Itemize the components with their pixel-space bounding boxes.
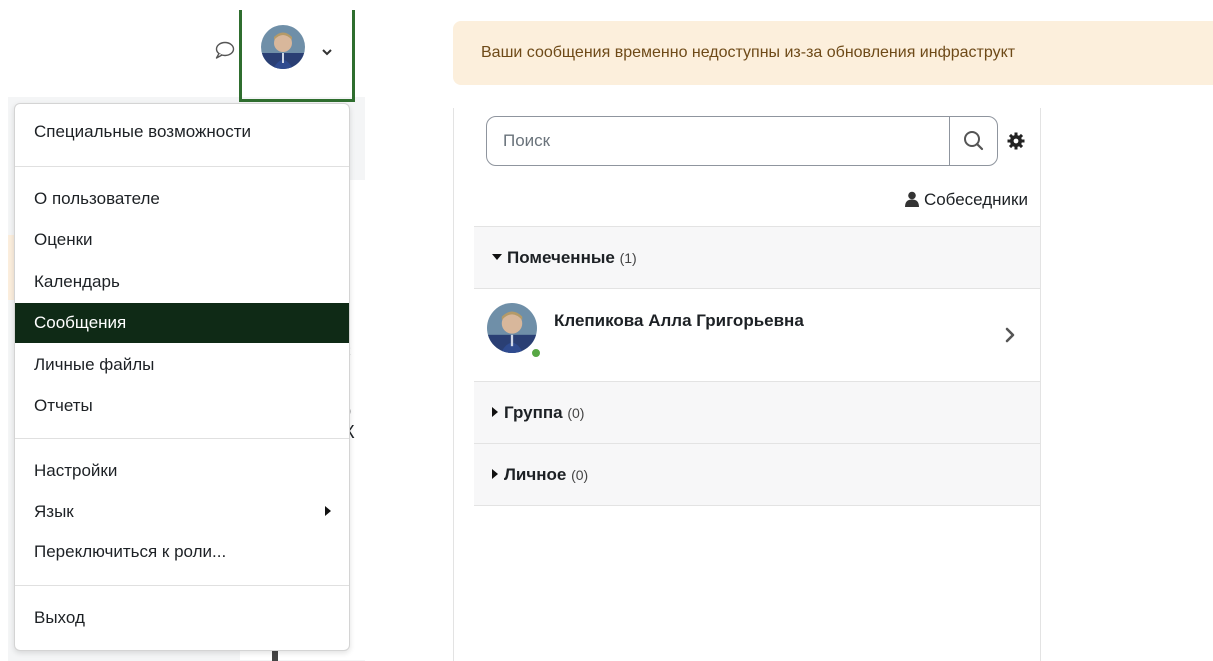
menu-item-messages[interactable]: Сообщения bbox=[15, 303, 349, 343]
section-count: (1) bbox=[619, 250, 637, 266]
section-title: Группа bbox=[504, 403, 563, 422]
section-title: Личное bbox=[504, 465, 567, 484]
menu-item-calendar[interactable]: Календарь bbox=[15, 262, 349, 302]
menu-divider bbox=[15, 166, 349, 167]
menu-item-preferences[interactable]: Настройки bbox=[15, 451, 349, 491]
chevron-right-icon bbox=[1005, 327, 1015, 343]
caret-down-icon bbox=[492, 254, 502, 260]
gear-icon[interactable] bbox=[1006, 131, 1026, 151]
menu-item-language-label: Язык bbox=[34, 502, 74, 521]
search-icon bbox=[964, 131, 984, 151]
user-dropdown-menu: Специальные возможности О пользователе О… bbox=[14, 103, 350, 651]
online-status-indicator bbox=[530, 347, 542, 359]
section-private[interactable]: Личное (0) bbox=[474, 443, 1040, 505]
caret-right-icon bbox=[325, 506, 331, 516]
conversation-item[interactable]: Клепикова Алла Григорьевна bbox=[474, 288, 1040, 381]
menu-divider bbox=[15, 585, 349, 586]
section-group[interactable]: Группа (0) bbox=[474, 381, 1040, 443]
menu-item-language[interactable]: Язык bbox=[15, 492, 349, 532]
menu-item-grades[interactable]: Оценки bbox=[15, 220, 349, 260]
caret-right-icon bbox=[492, 469, 498, 479]
chevron-down-icon bbox=[322, 49, 332, 56]
avatar-image bbox=[261, 25, 305, 69]
user-icon bbox=[904, 191, 919, 207]
section-private-header[interactable]: Личное (0) bbox=[474, 444, 1040, 505]
section-starred-header[interactable]: Помеченные (1) bbox=[474, 227, 1040, 288]
caret-right-icon bbox=[492, 407, 498, 417]
messaging-header: Собеседники bbox=[454, 108, 1040, 226]
notification-banner: Ваши сообщения временно недоступны из-за… bbox=[453, 21, 1213, 85]
user-menu-toggle[interactable] bbox=[239, 10, 355, 102]
contacts-label: Собеседники bbox=[923, 190, 1028, 209]
menu-divider bbox=[15, 438, 349, 439]
avatar-image bbox=[487, 303, 537, 353]
section-starred[interactable]: Помеченные (1) bbox=[474, 226, 1040, 288]
section-count: (0) bbox=[567, 405, 585, 421]
menu-item-reports[interactable]: Отчеты bbox=[15, 386, 349, 426]
menu-item-logout[interactable]: Выход bbox=[15, 598, 349, 638]
chat-bubble-icon[interactable] bbox=[213, 40, 235, 60]
section-divider bbox=[474, 505, 1040, 506]
section-count: (0) bbox=[571, 467, 589, 483]
menu-item-profile[interactable]: О пользователе bbox=[15, 179, 349, 219]
contacts-link[interactable]: Собеседники bbox=[904, 190, 1028, 210]
menu-item-switch-role[interactable]: Переключиться к роли... bbox=[15, 532, 349, 572]
messaging-drawer: Собеседники Помеченные (1) Клепикова Алл… bbox=[453, 108, 1041, 661]
search-box bbox=[486, 116, 998, 166]
contact-avatar bbox=[487, 303, 537, 353]
search-input[interactable] bbox=[487, 117, 949, 165]
search-button[interactable] bbox=[949, 117, 997, 165]
menu-item-accessibility[interactable]: Специальные возможности bbox=[15, 112, 349, 152]
section-group-header[interactable]: Группа (0) bbox=[474, 382, 1040, 443]
section-title: Помеченные bbox=[507, 248, 615, 267]
avatar[interactable] bbox=[261, 25, 305, 69]
menu-item-private-files[interactable]: Личные файлы bbox=[15, 345, 349, 385]
contact-name: Клепикова Алла Григорьевна bbox=[554, 311, 804, 330]
